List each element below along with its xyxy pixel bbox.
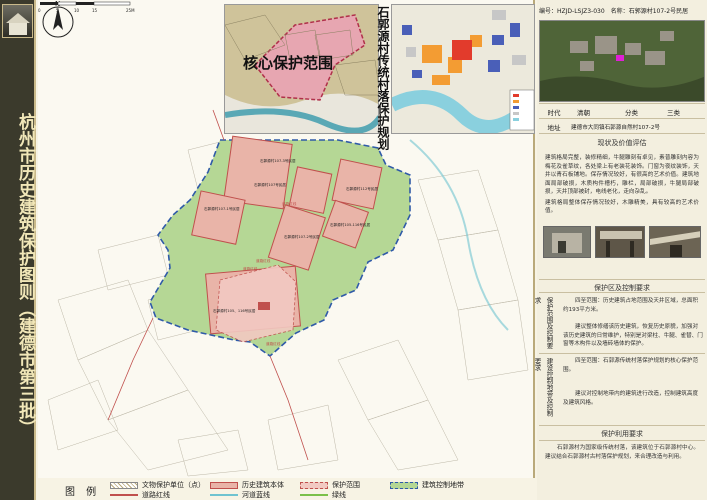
road-label: 道路红线 (256, 258, 271, 263)
legend-title: 图 例 (65, 487, 101, 498)
control-header: 保护区及控制要求 (539, 279, 705, 292)
legend-item: 文物保护单位（点） (110, 480, 205, 490)
side-title-band: 杭州市历史建筑保护图则（建德市第三批） (0, 0, 36, 500)
page: 杭州市历史建筑保护图则（建德市第三批） 石郭源村107-3号民居 石郭源村107… (0, 0, 707, 500)
building-label: 石郭源村107号民居 (254, 182, 286, 187)
protection-range-section: 保护范围及控制要求 四至范围：历史建筑占地范围及天井区域，总面积约193平方米。… (533, 292, 705, 353)
road-label: 道路红线 (266, 341, 281, 346)
core-protection-inset: 核心保护范围 (224, 4, 379, 134)
legend-item: 绿线 (300, 490, 346, 500)
building-label: 石郭源村112号民居 (346, 186, 378, 191)
building-photo (595, 226, 645, 258)
building-label: 石郭源村105、116号民居 (213, 308, 256, 313)
building-photo (543, 226, 591, 258)
series-title: 杭州市历史建筑保护图则（建德市第三批） (15, 112, 35, 436)
svg-text:25M: 25M (126, 8, 135, 13)
legend-item: 保护范围 (300, 480, 360, 490)
road-label: 道路红线 (282, 201, 297, 206)
code-row: 编号：HZJD-LSJZ3-030 名称：石郭源村107-2号民居 (539, 8, 689, 15)
building-thumbnail (2, 4, 33, 38)
building-photo (649, 226, 701, 258)
usage-header: 保护利用要求 (539, 425, 705, 438)
inset-title: 石郭源村传统村落保护规划 (376, 6, 390, 150)
svg-text:0: 0 (38, 8, 41, 13)
road-label: 道路红线 (243, 266, 258, 271)
legend-item: 历史建筑本体 (210, 480, 284, 490)
scale-bar: 0 5 10 15 25M (38, 1, 135, 13)
info-panel: 编号：HZJD-LSJZ3-030 名称：石郭源村107-2号民居 时代 清朝 … (533, 0, 707, 500)
site-map: 石郭源村107-3号民居 石郭源村107-1号民居 石郭源村107号民居 石郭源… (38, 0, 535, 478)
status-section: 现状及价值评估 建筑格局完整，装修精细，牛腿雕刻有卓见，素普雕刻内容为梅花及雀草… (539, 133, 705, 229)
svg-text:5: 5 (56, 8, 59, 13)
building-label: 石郭源村107-1号民居 (204, 206, 240, 211)
legend-item: 建筑控制地带 (390, 480, 464, 490)
building-label: 石郭源村105-116号民居 (330, 222, 371, 227)
svg-text:15: 15 (92, 8, 98, 13)
control-zone-section: 建设控制地带及控制要求 四至范围：石郭源传统村落保护规划的核心保护范围。 建议对… (533, 353, 705, 421)
building-label: 石郭源村107-3号民居 (260, 158, 296, 163)
era-row: 时代 清朝 分类 三类 (539, 103, 705, 118)
planning-inset (391, 4, 535, 134)
building-label: 石郭源村107-2号民居 (284, 234, 320, 239)
inset-label: 核心保护范围 (243, 54, 334, 72)
legend-item: 道路红线 (110, 490, 170, 500)
svg-text:10: 10 (74, 8, 80, 13)
map-legend: 图 例 文物保护单位（点） 历史建筑本体 保护范围 建筑控制地带 道路红线 河道… (38, 478, 535, 500)
code-value: HZJD-LSJZ3-030 (557, 8, 605, 15)
address-row: 地址 建德市大同镇石郭源自然村107-2号 (539, 118, 705, 133)
legend-item: 河道蓝线 (210, 490, 270, 500)
aerial-photo (539, 20, 705, 102)
usage-section: 石郭源村为国家级传统村落，该建筑位于石郭源村中心。建议结合石郭源村古村落保护规划… (539, 440, 705, 498)
name-value: 石郭源村107-2号民居 (628, 8, 689, 15)
